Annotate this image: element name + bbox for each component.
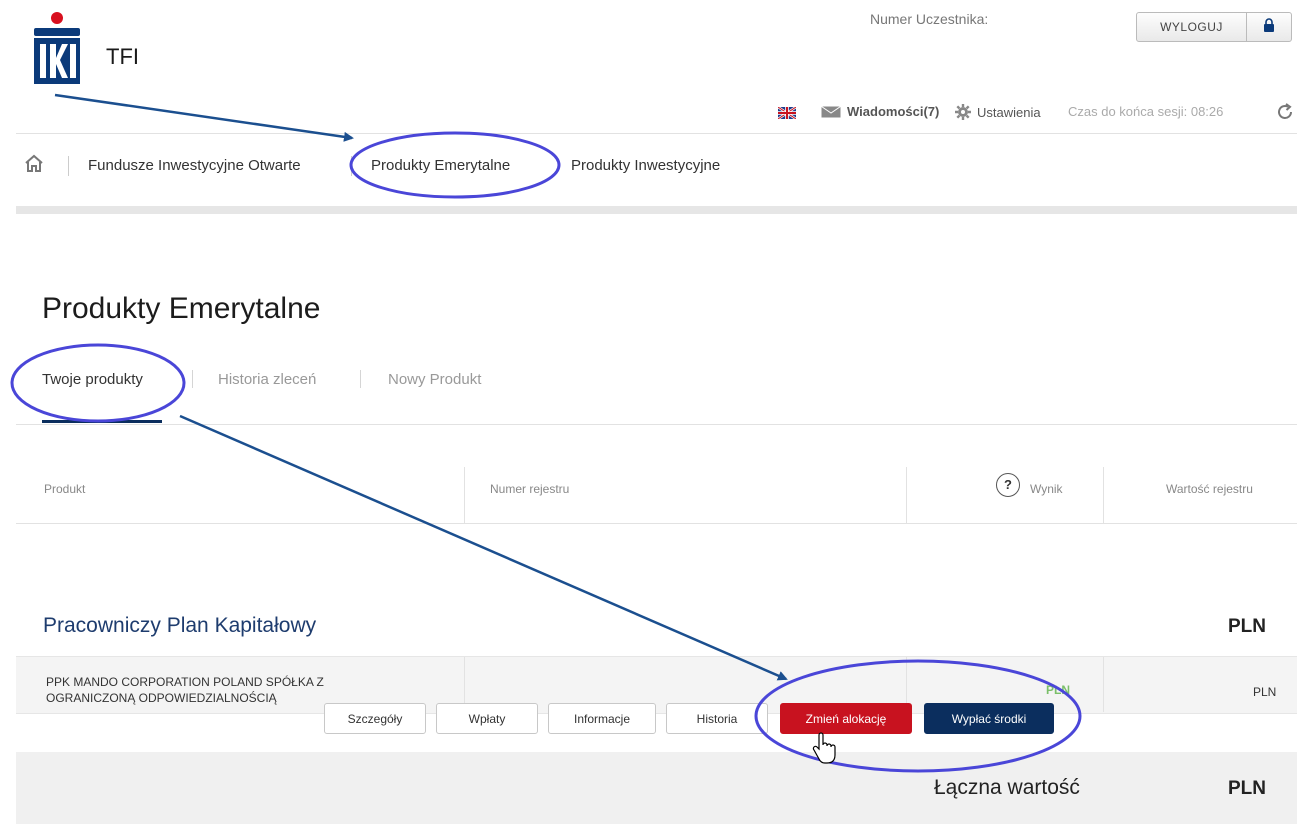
total-row (16, 752, 1297, 824)
header-divider (16, 133, 1297, 134)
messages-label: Wiadomości(7) (847, 104, 940, 119)
column-header-register-value: Wartość rejestru (1166, 482, 1253, 496)
settings-label: Ustawienia (977, 104, 1041, 120)
page-title: Produkty Emerytalne (42, 292, 321, 325)
change-allocation-button[interactable]: Zmień alokację (780, 703, 912, 734)
session-timer: Czas do końca sesji: 08:26 (1068, 104, 1224, 119)
nav-separator (68, 156, 69, 176)
details-button[interactable]: Szczegóły (324, 703, 426, 734)
column-header-product: Produkt (44, 482, 86, 496)
uk-flag-icon[interactable] (778, 107, 796, 119)
product-group-title: Pracowniczy Plan Kapitałowy (43, 614, 317, 637)
product-name: PPK MANDO CORPORATION POLAND SPÓŁKA Z OG… (46, 674, 406, 706)
nav-item-pension-products[interactable]: Produkty Emerytalne (371, 157, 510, 174)
tab-separator (192, 370, 193, 388)
column-divider (1103, 657, 1104, 712)
annotation-arrow (54, 93, 354, 142)
envelope-icon (821, 105, 841, 117)
nav-item-investment-products[interactable]: Produkty Inwestycyjne (571, 157, 720, 174)
messages-link[interactable]: Wiadomości(7) (821, 104, 939, 119)
gear-icon (955, 104, 971, 120)
total-value-label: Łączna wartość (934, 776, 1080, 799)
column-header-register-number: Numer rejestru (490, 482, 570, 496)
payments-button[interactable]: Wpłaty (436, 703, 538, 734)
tab-your-products[interactable]: Twoje produkty (42, 371, 143, 388)
result-currency: PLN (1046, 683, 1070, 697)
pko-logo-icon (34, 12, 80, 84)
refresh-icon[interactable] (1276, 103, 1294, 121)
column-divider (464, 467, 465, 524)
tabs-divider (16, 424, 1297, 425)
tab-separator (360, 370, 361, 388)
group-currency: PLN (1228, 616, 1266, 637)
tab-new-product[interactable]: Nowy Produkt (388, 371, 481, 388)
nav-separator (351, 156, 352, 176)
annotation-arrow (179, 414, 788, 681)
logout-button[interactable]: WYLOGUJ (1136, 12, 1292, 42)
information-button[interactable]: Informacje (548, 703, 656, 734)
lock-icon (1247, 17, 1291, 37)
column-divider (906, 467, 907, 524)
help-icon[interactable]: ? (996, 473, 1020, 497)
register-value-currency: PLN (1253, 685, 1277, 699)
column-header-result: Wynik (1030, 482, 1063, 496)
participant-number-label: Numer Uczestnika: (870, 11, 989, 27)
active-tab-indicator (42, 420, 162, 423)
total-currency: PLN (1228, 778, 1266, 799)
nav-item-fio[interactable]: Fundusze Inwestycyjne Otwarte (88, 157, 301, 174)
withdraw-funds-button[interactable]: Wypłać środki (924, 703, 1054, 734)
nav-bottom-band (16, 206, 1297, 214)
table-header (16, 467, 1297, 524)
history-button[interactable]: Historia (666, 703, 768, 734)
brand-name: TFI (106, 44, 139, 69)
logout-label: WYLOGUJ (1137, 13, 1247, 41)
product-name-line: PPK MANDO CORPORATION POLAND SPÓŁKA Z (46, 675, 324, 689)
column-divider (1103, 467, 1104, 524)
home-icon[interactable] (24, 154, 44, 172)
settings-link[interactable]: Ustawienia (955, 104, 1041, 120)
tab-order-history[interactable]: Historia zleceń (218, 371, 316, 388)
